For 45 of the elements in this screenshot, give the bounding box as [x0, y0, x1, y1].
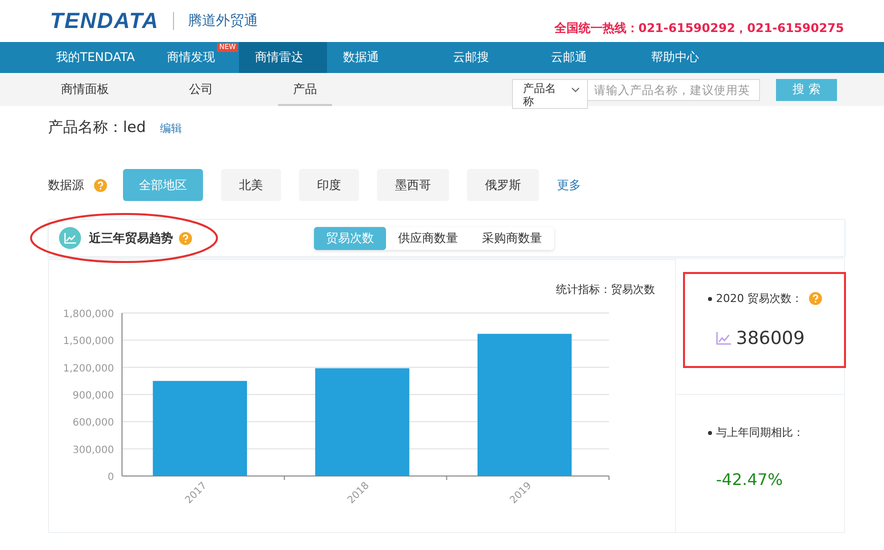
axis-tick-label: 1,200,000: [63, 363, 114, 374]
brand-name: 腾道外贸通: [188, 12, 258, 30]
nav-item[interactable]: 云邮通: [534, 42, 635, 73]
bullet-dot: [708, 430, 712, 434]
axis-tick-label: 0: [108, 472, 114, 483]
region-filter[interactable]: 俄罗斯: [467, 169, 539, 201]
region-filter[interactable]: 印度: [299, 169, 359, 201]
metric-tab[interactable]: 采购商数量: [470, 226, 554, 250]
nav-item[interactable]: 帮助中心: [634, 42, 715, 73]
subnav-tab[interactable]: 产品: [278, 73, 332, 106]
region-filter[interactable]: 墨西哥: [377, 169, 449, 201]
subnav-tab[interactable]: 公司: [174, 73, 228, 106]
stat-label: 2020 贸易次数：: [716, 291, 802, 306]
line-chart-icon: [716, 332, 731, 345]
metric-label: 统计指标：贸易次数: [556, 282, 655, 297]
search-type-select[interactable]: 产品名称: [512, 78, 588, 108]
hotline: 全国统一热线：021-61590292，021-61590275: [554, 20, 844, 36]
caret-icon: [571, 86, 580, 92]
axis-tick-label: 300,000: [72, 444, 114, 456]
axis-tick-label: 900,000: [72, 390, 114, 402]
axis-tick-label: 600,000: [72, 418, 114, 429]
stat-value: 386009: [736, 328, 805, 349]
section-title: 近三年贸易趋势: [89, 230, 173, 246]
bullet-dot: [708, 296, 712, 300]
nav-item[interactable]: 数据通: [326, 42, 437, 73]
axis-tick-label: 1,500,000: [63, 336, 114, 348]
metric-tab[interactable]: 供应商数量: [386, 226, 470, 250]
edit-link[interactable]: 编辑: [160, 121, 182, 136]
stat-value: -42.47%: [716, 470, 783, 489]
help-icon[interactable]: [94, 178, 107, 192]
more-link[interactable]: 更多: [557, 176, 581, 194]
line-chart-icon: [59, 227, 81, 249]
source-label: 数据源: [48, 176, 84, 194]
help-icon[interactable]: [808, 292, 822, 305]
region-filter[interactable]: 北美: [221, 169, 281, 201]
axis-tick-label: 1,800,000: [63, 309, 114, 320]
nav-item[interactable]: 我的TENDATA: [40, 42, 151, 73]
logo[interactable]: TENDATA: [50, 8, 159, 34]
help-icon[interactable]: [179, 232, 192, 244]
stat-label: 与上年同期相比：: [716, 425, 804, 440]
nav-item[interactable]: 商情雷达: [238, 42, 327, 73]
subnav-tab[interactable]: 商情面板: [46, 73, 124, 106]
product-name: 产品名称：led: [48, 118, 146, 137]
search-field[interactable]: 请输入产品名称，建议使用英: [588, 78, 760, 100]
nav-item[interactable]: 云邮搜: [436, 42, 535, 73]
